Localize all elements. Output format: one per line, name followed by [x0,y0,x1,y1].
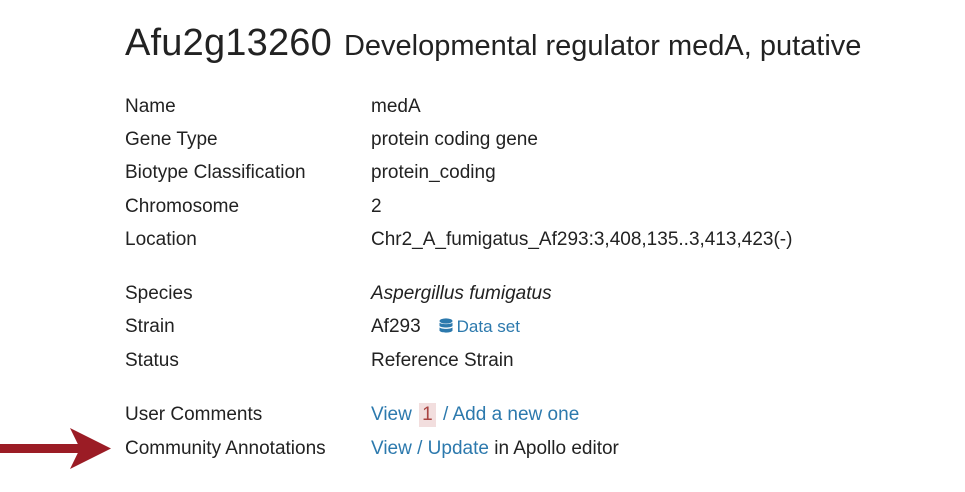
name-label: Name [125,96,176,117]
apollo-editor-text: in Apollo editor [488,438,619,459]
species-value: Aspergillus fumigatus [371,283,552,304]
arrow-right-icon [0,428,111,469]
gene-type-link[interactable]: protein coding gene [371,125,538,155]
user-comments-value: View 1 / Add a new one [371,400,579,430]
add-comment-link[interactable]: / Add a new one [443,404,579,425]
name-value: medA [371,96,421,117]
view-update-link[interactable]: View / Update [371,438,489,459]
location-value: Chr2_A_fumigatus_Af293:3,408,135..3,413,… [371,229,793,250]
view-comments-link[interactable]: View [371,404,412,425]
community-annotations-label: Community Annotations [125,438,326,459]
strain-value-group: Af293 Data set [371,312,520,342]
status-value: Reference Strain [371,350,514,371]
biotype-link[interactable]: protein_coding [371,158,496,188]
strain-value: Af293 [371,316,421,337]
gene-id: Afu2g13260 [125,22,332,64]
status-label: Status [125,350,179,371]
strain-label: Strain [125,316,175,337]
user-comments-label: User Comments [125,404,263,425]
database-icon [439,318,453,333]
gene-description: Developmental regulator medA, putative [343,30,862,62]
biotype-label: Biotype Classification [125,162,306,183]
chromosome-label: Chromosome [125,196,240,217]
dataset-link[interactable]: Data set [439,317,520,336]
species-label: Species [125,283,193,304]
chromosome-value: 2 [371,196,382,217]
page-title: Afu2g13260 Developmental regulator medA, … [125,18,861,76]
location-label: Location [125,229,197,250]
gene-type-label: Gene Type [125,129,218,150]
comment-count-badge[interactable]: 1 [419,403,436,427]
dataset-link-label: Data set [456,317,520,336]
community-annotations-value: View / Update in Apollo editor [371,434,619,464]
